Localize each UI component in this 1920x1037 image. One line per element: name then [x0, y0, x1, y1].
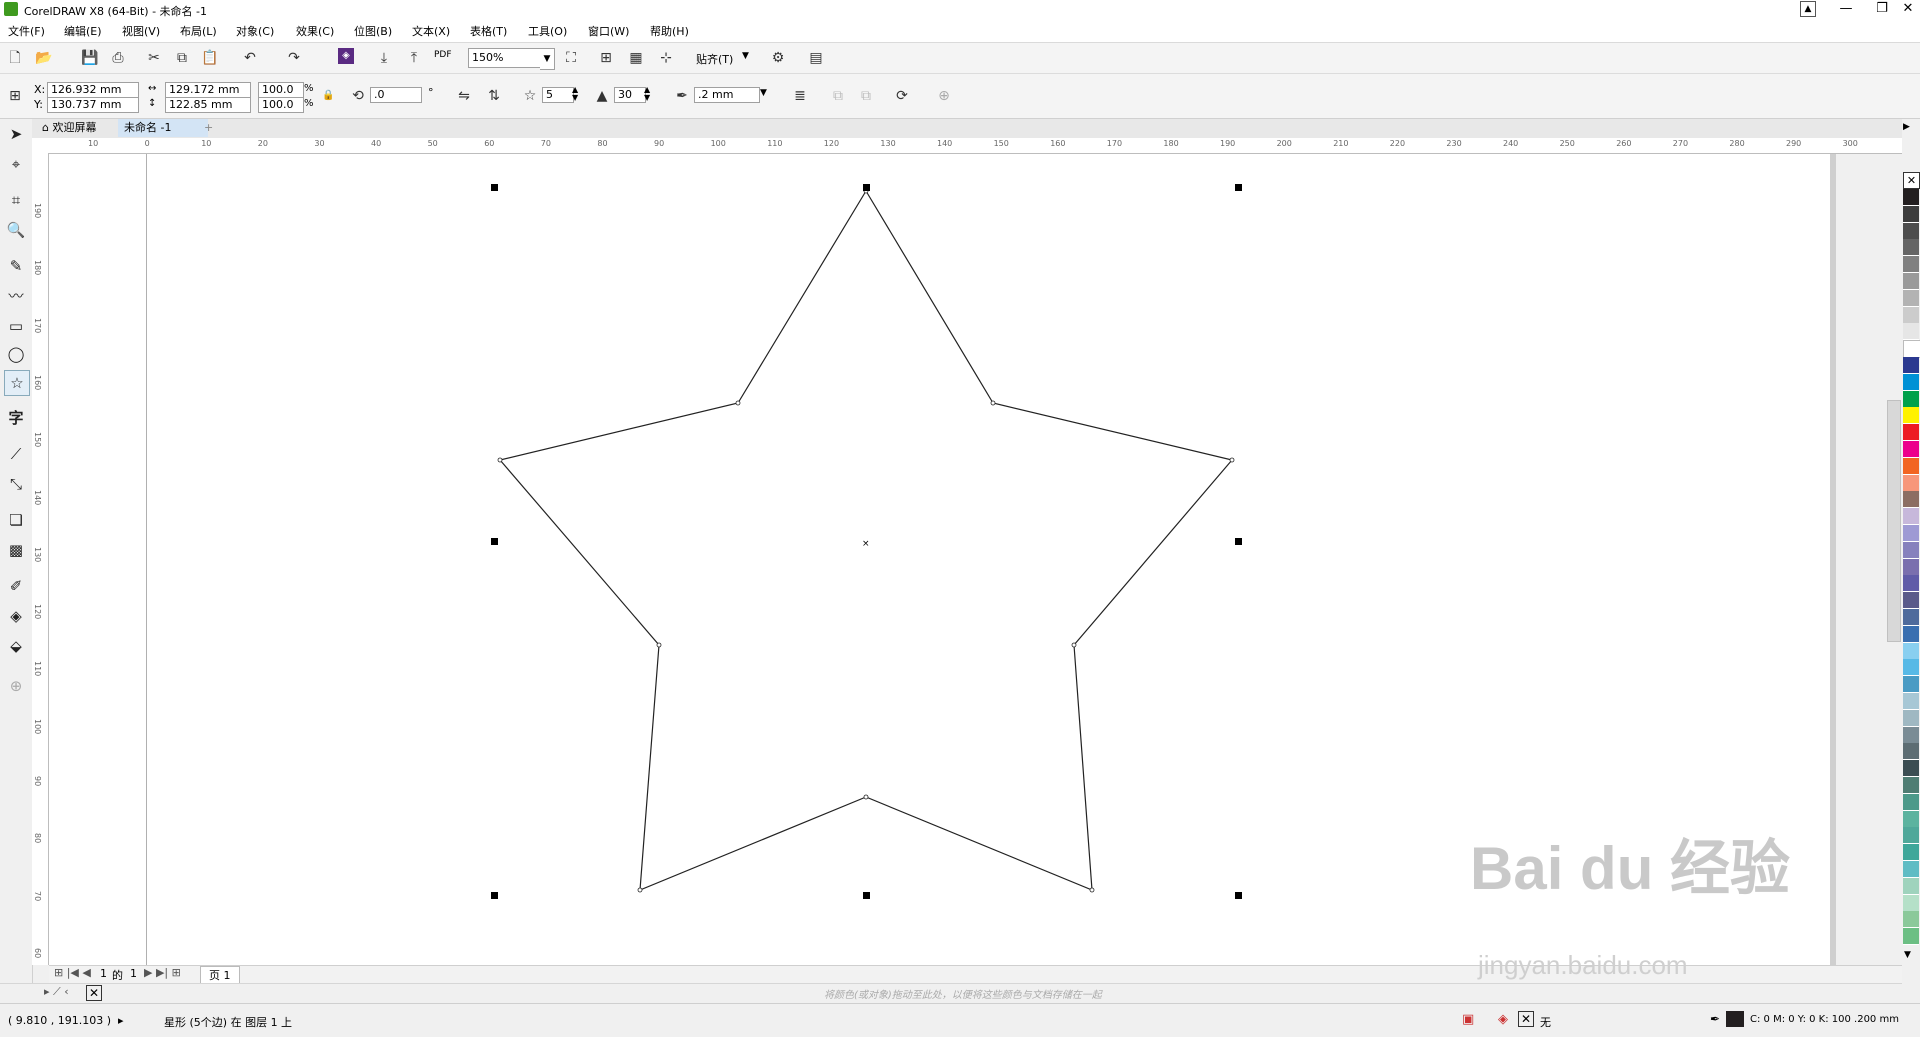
palette-no-color-icon[interactable]: ✕ — [1903, 172, 1920, 189]
selection-handle — [491, 184, 498, 191]
palette-swatch[interactable] — [1903, 760, 1919, 778]
palette-swatch[interactable] — [1903, 609, 1919, 626]
palette-swatch[interactable] — [1903, 709, 1919, 727]
star-node — [656, 642, 662, 648]
palette-scroll-down-icon[interactable]: ▼ — [1904, 950, 1911, 960]
palette-swatch[interactable] — [1903, 743, 1919, 761]
star-node — [1089, 887, 1095, 893]
palette-swatch[interactable] — [1903, 928, 1919, 946]
palette-swatch[interactable] — [1903, 373, 1919, 391]
palette-swatch[interactable] — [1903, 441, 1919, 458]
palette-arrows-icon[interactable]: ▸ ⟋ ‹ — [44, 985, 69, 999]
palette-swatch[interactable] — [1903, 424, 1919, 442]
palette-swatch[interactable] — [1903, 659, 1919, 677]
palette-swatch[interactable] — [1903, 793, 1919, 811]
palette-swatch[interactable] — [1903, 474, 1919, 492]
star-node — [637, 887, 643, 893]
palette-swatch[interactable] — [1903, 491, 1919, 509]
palette-swatch[interactable] — [1903, 189, 1919, 206]
page-tab-1[interactable]: 页 1 — [200, 966, 240, 984]
selection-handle — [1235, 892, 1242, 899]
palette-swatch[interactable] — [1903, 239, 1919, 257]
palette-swatch[interactable] — [1903, 592, 1919, 610]
selection-handle — [863, 184, 870, 191]
palette-swatch[interactable] — [1903, 911, 1919, 929]
fill-none-swatch-icon: ✕ — [1518, 1011, 1534, 1027]
palette-swatch[interactable] — [1903, 810, 1919, 828]
star-node — [1229, 457, 1235, 463]
star-node — [990, 400, 996, 406]
star-node — [863, 794, 869, 800]
selection-handle — [1235, 184, 1242, 191]
fill-icon[interactable]: ◈ — [1498, 1012, 1508, 1027]
fill-status: 无 — [1540, 1016, 1551, 1029]
palette-swatch[interactable] — [1903, 306, 1919, 324]
palette-swatch[interactable] — [1903, 894, 1919, 912]
baidu-watermark-url: jingyan.baidu.com — [1478, 950, 1688, 980]
palette-swatch[interactable] — [1903, 390, 1919, 408]
selection-handle — [491, 892, 498, 899]
palette-swatch[interactable] — [1903, 222, 1919, 240]
palette-swatch[interactable] — [1903, 205, 1919, 223]
star-node — [497, 457, 503, 463]
palette-swatch[interactable] — [1903, 642, 1919, 660]
palette-swatch[interactable] — [1903, 323, 1919, 341]
page-nav-last-icon[interactable]: ▶ ▶| ⊞ — [144, 966, 181, 979]
palette-swatch[interactable] — [1903, 256, 1919, 274]
selection-handle — [863, 892, 870, 899]
vertical-scroll-thumb[interactable] — [1887, 400, 1901, 642]
palette-swatch[interactable] — [1903, 508, 1919, 526]
palette-scroll-up-icon[interactable]: ▶ — [1903, 122, 1910, 132]
center-mark: × — [862, 539, 870, 549]
palette-drop-hint: 将颜色(或对象)拖动至此处，以便将这些颜色与文档存储在一起 — [824, 990, 1102, 1001]
palette-swatch[interactable] — [1903, 340, 1920, 359]
page-of-label: 的 — [112, 969, 123, 982]
star-node — [1071, 642, 1077, 648]
palette-swatch[interactable] — [1903, 877, 1919, 895]
palette-swatch[interactable] — [1903, 575, 1919, 593]
palette-swatch[interactable] — [1903, 625, 1919, 643]
cursor-coordinates: ( 9.810 , 191.103 ) — [8, 1014, 112, 1027]
palette-swatch[interactable] — [1903, 844, 1919, 862]
palette-swatch[interactable] — [1903, 457, 1919, 475]
object-info: 星形 (5个边) 在 图层 1 上 — [164, 1016, 293, 1029]
selection-handle — [491, 538, 498, 545]
palette-swatch[interactable] — [1903, 676, 1919, 694]
palette-swatch[interactable] — [1903, 273, 1919, 290]
outline-pen-status-icon[interactable]: ✒ — [1710, 1012, 1720, 1026]
color-proof-icon[interactable]: ▣ — [1462, 1012, 1474, 1027]
status-arrow-icon[interactable]: ▸ — [118, 1014, 124, 1027]
page-current: 1 — [100, 967, 107, 980]
palette-swatch[interactable] — [1903, 558, 1919, 576]
outline-status: C: 0 M: 0 Y: 0 K: 100 .200 mm — [1750, 1014, 1899, 1025]
palette-swatch[interactable] — [1903, 861, 1919, 878]
palette-swatch[interactable] — [1903, 525, 1919, 542]
selection-handle — [1235, 538, 1242, 545]
palette-swatch[interactable] — [1903, 777, 1919, 794]
baidu-watermark-logo: Bai du 经验 — [1470, 835, 1791, 902]
page-nav-first-icon[interactable]: ⊞ |◀ ◀ — [54, 966, 91, 979]
palette-swatch[interactable] — [1903, 726, 1919, 744]
palette-swatch[interactable] — [1903, 289, 1919, 307]
page-total: 1 — [130, 967, 137, 980]
star-node — [735, 400, 741, 406]
outline-color-swatch — [1726, 1011, 1744, 1027]
palette-swatch[interactable] — [1903, 407, 1919, 425]
palette-swatch[interactable] — [1903, 541, 1919, 559]
palette-swatch[interactable] — [1903, 827, 1919, 845]
palette-swatch[interactable] — [1903, 693, 1919, 710]
palette-swatch[interactable] — [1903, 357, 1919, 374]
no-color-swatch-icon[interactable]: ✕ — [86, 985, 102, 1001]
